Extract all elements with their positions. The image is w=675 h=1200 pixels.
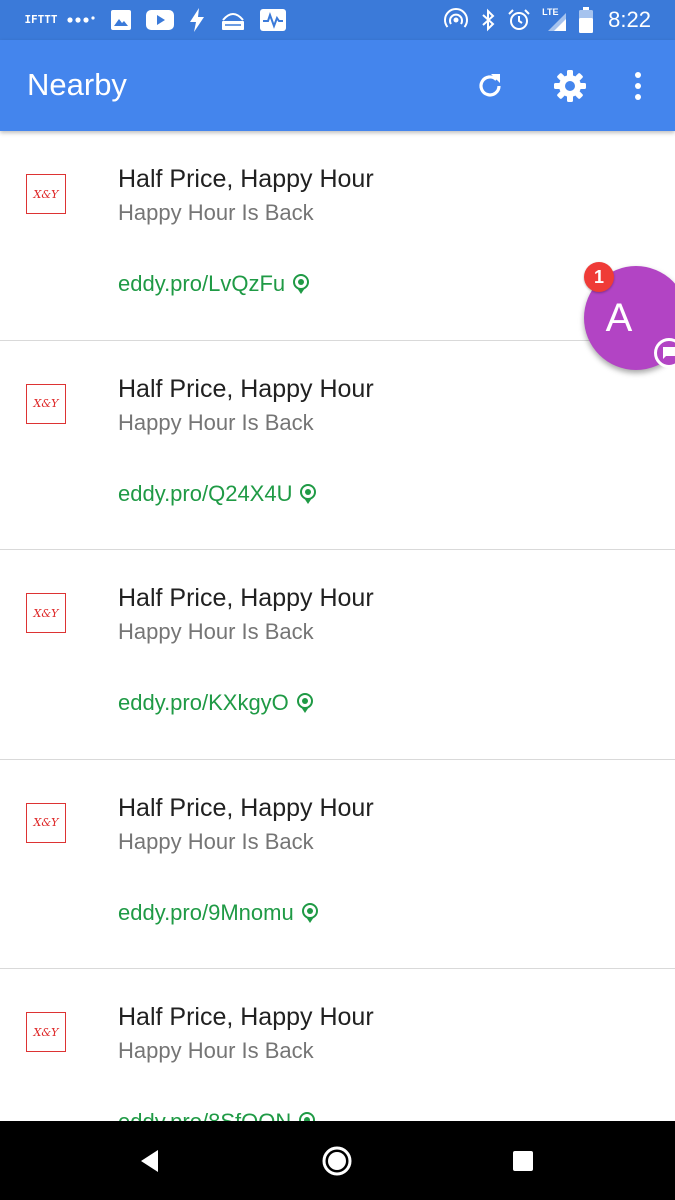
item-link-text[interactable]: eddy.pro/LvQzFu (118, 271, 285, 297)
item-link[interactable]: eddy.pro/9Mnomu (118, 900, 320, 926)
logo-text: X&Y (33, 606, 59, 620)
settings-button[interactable] (548, 64, 592, 108)
refresh-icon (479, 74, 501, 97)
item-link[interactable]: eddy.pro/Q24X4U (118, 481, 318, 507)
beacon-icon (293, 274, 310, 294)
clock: 8:22 (608, 7, 651, 32)
item-link-text[interactable]: eddy.pro/KXkgyO (118, 690, 289, 716)
list-item[interactable]: X&Y Half Price, Happy Hour Happy Hour Is… (0, 550, 675, 760)
refresh-button[interactable] (468, 64, 512, 108)
item-subtitle: Happy Hour Is Back (118, 200, 314, 225)
beacon-icon (299, 1112, 316, 1121)
logo-text: X&Y (33, 816, 59, 829)
ifttt-icon: IFTTT (24, 13, 58, 26)
business-logo: X&Y (26, 174, 66, 214)
business-logo: X&Y (26, 1012, 66, 1052)
beacon-icon (296, 693, 313, 713)
logo-text: X&Y (33, 397, 59, 410)
lte-signal-icon: LTE (542, 7, 568, 33)
chat-head[interactable]: A 1 (584, 262, 675, 370)
image-icon (110, 9, 132, 31)
item-subtitle: Happy Hour Is Back (118, 619, 314, 644)
status-bar: IFTTT LTE 8:22 (0, 0, 675, 40)
back-button[interactable] (130, 1141, 170, 1181)
item-subtitle: Happy Hour Is Back (118, 828, 314, 854)
business-logo: X&Y (26, 383, 66, 424)
item-title: Half Price, Happy Hour (118, 584, 374, 612)
item-title: Half Price, Happy Hour (118, 793, 374, 822)
item-link-text[interactable]: eddy.pro/9Mnomu (118, 900, 294, 926)
item-subtitle: Happy Hour Is Back (118, 409, 314, 435)
item-title: Half Price, Happy Hour (118, 1003, 374, 1031)
navigation-bar (0, 1121, 675, 1200)
item-link[interactable]: eddy.pro/8SfOON (118, 1109, 317, 1121)
flash-icon (188, 8, 206, 32)
youtube-icon (146, 10, 174, 30)
item-link-text[interactable]: eddy.pro/8SfOON (118, 1109, 291, 1121)
activity-icon (260, 9, 286, 31)
alarm-icon (507, 8, 531, 32)
business-logo: X&Y (26, 593, 66, 633)
recents-icon (513, 1151, 533, 1171)
item-link[interactable]: eddy.pro/LvQzFu (118, 271, 311, 297)
list-item[interactable]: X&Y Half Price, Happy Hour Happy Hour Is… (0, 969, 675, 1121)
overflow-menu-button[interactable] (616, 64, 660, 108)
item-title: Half Price, Happy Hour (118, 374, 374, 403)
item-link-text[interactable]: eddy.pro/Q24X4U (118, 481, 292, 507)
system-icons: LTE 8:22 (443, 5, 651, 35)
overflow-menu-icon (635, 72, 641, 100)
item-title: Half Price, Happy Hour (118, 165, 374, 193)
beacon-icon (300, 483, 317, 504)
battery-icon (579, 7, 594, 33)
recents-button[interactable] (503, 1141, 543, 1181)
list-item[interactable]: X&Y Half Price, Happy Hour Happy Hour Is… (0, 760, 675, 969)
nearby-list: X&Y Half Price, Happy Hour Happy Hour Is… (0, 131, 675, 1121)
list-item[interactable]: X&Y Half Price, Happy Hour Happy Hour Is… (0, 131, 675, 341)
logo-text: X&Y (33, 1025, 59, 1039)
home-icon (322, 1146, 352, 1176)
router-icon (220, 8, 246, 32)
list-item[interactable]: X&Y Half Price, Happy Hour Happy Hour Is… (0, 341, 675, 550)
page-title: Nearby (27, 67, 127, 102)
hotspot-icon (443, 7, 469, 33)
back-icon (141, 1150, 158, 1172)
unread-badge: 1 (584, 262, 614, 292)
app-bar: Nearby (0, 40, 675, 131)
avatar-letter: A (605, 295, 633, 340)
bluetooth-icon (480, 8, 496, 32)
notification-icons: IFTTT (24, 5, 286, 35)
beacon-icon (301, 902, 318, 923)
logo-text: X&Y (33, 187, 59, 201)
item-link[interactable]: eddy.pro/KXkgyO (118, 690, 315, 716)
home-button[interactable] (317, 1141, 357, 1181)
more-dots-icon (66, 14, 96, 26)
business-logo: X&Y (26, 802, 66, 843)
settings-icon (554, 70, 586, 102)
item-subtitle: Happy Hour Is Back (118, 1038, 314, 1063)
